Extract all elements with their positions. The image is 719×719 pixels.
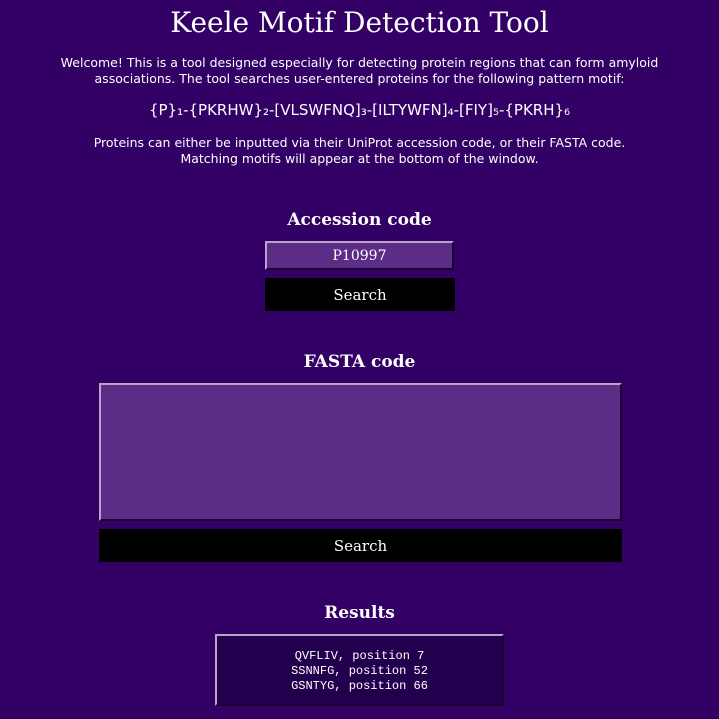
fasta-heading: FASTA code — [303, 352, 416, 372]
results-heading: Results — [324, 603, 395, 623]
instructions-text: Proteins can either be inputted via thei… — [60, 135, 659, 167]
motif-pattern: {P}₁-{PKRHW}₂-[VLSWFNQ]₃-[ILTYWFN]₄-[FIY… — [148, 101, 571, 119]
instructions-line-1: Proteins can either be inputted via thei… — [93, 135, 626, 150]
accession-search-button[interactable]: Search — [265, 278, 455, 311]
instructions-line-2: Matching motifs will appear at the botto… — [180, 151, 539, 166]
fasta-input[interactable] — [99, 383, 622, 521]
result-line: SSNNFG, position 52 — [291, 664, 428, 678]
accession-input[interactable] — [265, 241, 454, 270]
fasta-search-button[interactable]: Search — [99, 529, 622, 562]
accession-heading: Accession code — [287, 210, 432, 230]
result-line: GSNTYG, position 66 — [291, 679, 428, 693]
results-box: QVFLIV, position 7 SSNNFG, position 52 G… — [215, 634, 504, 706]
page-title: Keele Motif Detection Tool — [170, 6, 549, 39]
result-line: QVFLIV, position 7 — [294, 649, 425, 663]
welcome-text: Welcome! This is a tool designed especia… — [60, 55, 659, 86]
